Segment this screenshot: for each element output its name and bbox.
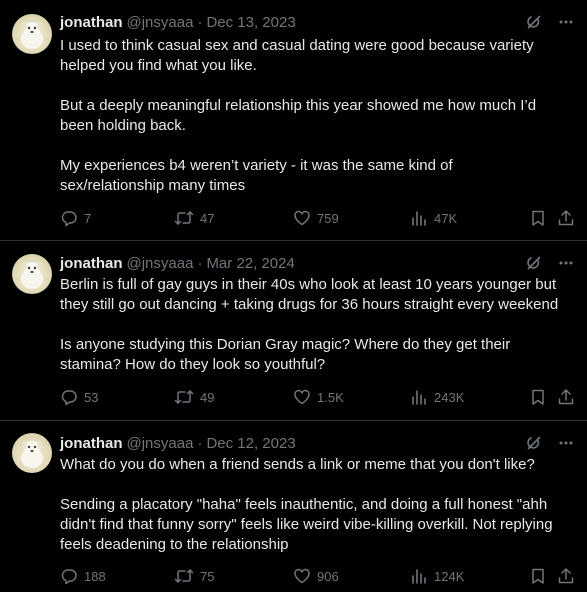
user-handle[interactable]: @jnsyaaa: [127, 255, 194, 272]
heart-icon: [294, 210, 310, 226]
tweet-text: What do you do when a friend sends a lin…: [60, 456, 553, 553]
reply-icon: [61, 569, 77, 585]
reply-icon: [61, 390, 77, 406]
repost-icon: [174, 211, 194, 225]
tweet-text: Berlin is full of gay guys in their 40s …: [60, 276, 559, 373]
bookmark-button[interactable]: [529, 566, 547, 586]
like-count: 759: [317, 210, 339, 226]
separator-dot: ·: [197, 13, 203, 31]
repost-count: 47: [200, 210, 215, 226]
like-count: 906: [317, 568, 339, 584]
like-count: 1.5K: [317, 389, 344, 405]
avatar-dog-icon: [21, 22, 43, 49]
repost-button[interactable]: 75: [174, 566, 214, 586]
grok-icon[interactable]: [525, 254, 543, 272]
tweet-date[interactable]: Dec 13, 2023: [206, 14, 295, 31]
tweet-actions: 188 75 906 124K: [60, 566, 575, 586]
view-count: 243K: [434, 389, 465, 405]
share-button[interactable]: [557, 566, 575, 586]
tweet-date[interactable]: Dec 12, 2023: [206, 435, 295, 452]
reply-icon: [61, 211, 77, 227]
tweet-feed: jonathan @jnsyaaa · Dec 13, 2023 I used …: [0, 0, 587, 592]
repost-icon: [174, 569, 194, 583]
header-controls: [525, 253, 575, 273]
header-controls: [525, 433, 575, 453]
avatar[interactable]: [12, 14, 52, 54]
separator-dot: ·: [197, 254, 203, 272]
reply-count: 53: [84, 389, 99, 405]
tweet-actions: 53 49 1.5K 243K: [60, 387, 575, 407]
heart-icon: [294, 568, 310, 584]
repost-count: 75: [200, 568, 215, 584]
bookmark-button[interactable]: [529, 208, 547, 228]
views-icon: [412, 211, 426, 226]
views-button[interactable]: 243K: [410, 387, 464, 407]
display-name[interactable]: jonathan: [60, 255, 123, 272]
views-icon: [412, 390, 426, 405]
share-button[interactable]: [557, 387, 575, 407]
share-icon: [558, 389, 574, 405]
tweet-header: jonathan @jnsyaaa · Dec 12, 2023: [60, 433, 575, 453]
share-button[interactable]: [557, 208, 575, 228]
display-name[interactable]: jonathan: [60, 14, 123, 31]
view-count: 124K: [434, 568, 465, 584]
repost-count: 49: [200, 389, 215, 405]
tweet-header: jonathan @jnsyaaa · Dec 13, 2023: [60, 12, 575, 32]
header-controls: [525, 12, 575, 32]
bookmark-icon: [532, 568, 544, 584]
more-icon[interactable]: [557, 254, 575, 272]
avatar-dog-icon: [21, 441, 43, 468]
heart-icon: [294, 389, 310, 405]
share-icon: [558, 568, 574, 584]
bookmark-icon: [532, 210, 544, 226]
bookmark-icon: [532, 389, 544, 405]
reply-button[interactable]: 53: [60, 387, 98, 407]
grok-icon[interactable]: [525, 13, 543, 31]
like-button[interactable]: 759: [293, 208, 339, 228]
grok-icon[interactable]: [525, 434, 543, 452]
repost-button[interactable]: 47: [174, 208, 214, 228]
separator-dot: ·: [197, 434, 203, 452]
views-button[interactable]: 47K: [410, 208, 457, 228]
user-handle[interactable]: @jnsyaaa: [127, 14, 194, 31]
display-name[interactable]: jonathan: [60, 435, 123, 452]
views-icon: [412, 569, 426, 584]
reply-button[interactable]: 7: [60, 208, 91, 228]
tweet-header: jonathan @jnsyaaa · Mar 22, 2024: [60, 253, 575, 273]
avatar[interactable]: [12, 433, 52, 473]
repost-icon: [174, 390, 194, 404]
reply-count: 188: [84, 568, 106, 584]
reply-count: 7: [84, 210, 92, 226]
like-button[interactable]: 906: [293, 566, 339, 586]
user-handle[interactable]: @jnsyaaa: [127, 435, 194, 452]
more-icon[interactable]: [557, 13, 575, 31]
views-button[interactable]: 124K: [410, 566, 464, 586]
avatar[interactable]: [12, 254, 52, 294]
more-icon[interactable]: [557, 434, 575, 452]
avatar-dog-icon: [21, 262, 43, 289]
like-button[interactable]: 1.5K: [293, 387, 344, 407]
tweet-date[interactable]: Mar 22, 2024: [206, 255, 294, 272]
repost-button[interactable]: 49: [174, 387, 214, 407]
reply-button[interactable]: 188: [60, 566, 106, 586]
view-count: 47K: [434, 210, 458, 226]
tweet-text: I used to think casual sex and casual da…: [60, 37, 537, 194]
tweet-actions: 7 47 759 47K: [60, 208, 575, 228]
bookmark-button[interactable]: [529, 387, 547, 407]
share-icon: [558, 210, 574, 226]
